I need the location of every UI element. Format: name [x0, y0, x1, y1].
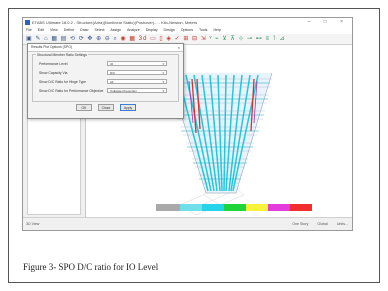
- menu-assign[interactable]: Assign: [110, 28, 121, 32]
- menu-display[interactable]: Display: [146, 28, 158, 32]
- hinge-type-value: All: [110, 80, 114, 84]
- status-coord-dropdown[interactable]: Global: [317, 222, 327, 226]
- toolbar-icons-primary[interactable]: ▣ ✎ ⌂ ▦ ▤ ⟲ ⟳ ✥ ⊕ ⊖ ⌕: [26, 36, 118, 42]
- member-ratio-settings-group: Structural Member Ratio Settings Perform…: [32, 53, 179, 102]
- dialog-title-bar: Results Plot Options (SPO) ×: [28, 44, 183, 52]
- toolbar-icons-display[interactable]: ◉ ▦ 3d ▭ ▯ ◈ ✓ ⊞ ⊟ ⇲: [121, 36, 207, 42]
- status-bar: 3D View One Story Global Units...: [23, 217, 352, 230]
- hinge-type-label: Show D/C Ratio for Hinge Type: [39, 80, 87, 84]
- legend-swatch-grey: [156, 204, 180, 211]
- menu-select[interactable]: Select: [95, 28, 105, 32]
- menu-bar: File Edit View Define Draw Select Assign…: [23, 27, 352, 34]
- legend-swatch-light-cyan: [180, 204, 202, 211]
- menu-tools[interactable]: Tools: [199, 28, 207, 32]
- performance-level-select[interactable]: IO ▾: [107, 61, 167, 66]
- chevron-down-icon: ▾: [162, 62, 164, 66]
- menu-define[interactable]: Define: [64, 28, 74, 32]
- menu-edit[interactable]: Edit: [38, 28, 44, 32]
- toolbar-icons-draw[interactable]: ᵛ ⌁ ⊻ ⊼ ⊹ ⊸ ⊷ ≡ ⊺ ⊿: [209, 36, 285, 42]
- show-capacity-select[interactable]: D/C ▾: [107, 70, 167, 75]
- show-capacity-label: Show Capacity Via: [39, 71, 68, 75]
- menu-options[interactable]: Options: [181, 28, 193, 32]
- status-story-dropdown[interactable]: One Story: [292, 222, 308, 226]
- performance-level-value: IO: [110, 62, 114, 66]
- close-icon[interactable]: ×: [178, 44, 180, 51]
- dialog-title: Results Plot Options (SPO): [31, 45, 73, 49]
- application-window: ETABS Ultimate 18.0.2 - Structure(Area)(…: [22, 17, 353, 231]
- menu-file[interactable]: File: [26, 28, 32, 32]
- menu-help[interactable]: Help: [213, 28, 220, 32]
- apply-button[interactable]: Apply: [120, 104, 136, 111]
- close-button[interactable]: Close: [98, 104, 114, 111]
- performance-objective-row: Show D/C Ratio for Performance Objective…: [39, 88, 172, 94]
- legend-swatch-cyan: [202, 204, 224, 211]
- legend-swatch-magenta: [268, 204, 290, 211]
- performance-level-row: Performance Level IO ▾: [39, 61, 172, 67]
- performance-objective-value: Collapse Prevention: [110, 89, 137, 93]
- menu-draw[interactable]: Draw: [80, 28, 88, 32]
- group-caption: Structural Member Ratio Settings: [36, 53, 88, 57]
- legend-swatch-red: [290, 204, 312, 211]
- status-view-name: 3D View: [26, 222, 40, 226]
- performance-objective-label: Show D/C Ratio for Performance Objective: [39, 89, 104, 93]
- legend-swatch-yellow: [246, 204, 268, 211]
- window-title: ETABS Ultimate 18.0.2 - Structure(Area)(…: [32, 20, 198, 25]
- chevron-down-icon: ▾: [162, 80, 164, 84]
- performance-level-label: Performance Level: [39, 62, 68, 66]
- show-capacity-row: Show Capacity Via D/C ▾: [39, 70, 172, 76]
- performance-objective-select[interactable]: Collapse Prevention ▾: [107, 88, 167, 93]
- results-plot-dialog: Results Plot Options (SPO) × Structural …: [27, 43, 184, 119]
- chevron-down-icon: ▾: [162, 89, 164, 93]
- chevron-down-icon: ▾: [162, 71, 164, 75]
- show-capacity-value: D/C: [110, 71, 116, 75]
- hinge-type-row: Show D/C Ratio for Hinge Type All ▾: [39, 79, 172, 85]
- hinge-type-select[interactable]: All ▾: [107, 79, 167, 84]
- figure-caption: Figure 3- SPO D/C ratio for IO Level: [23, 262, 159, 272]
- color-legend-bar: [156, 204, 312, 211]
- title-bar: ETABS Ultimate 18.0.2 - Structure(Area)(…: [23, 18, 352, 27]
- app-icon: [25, 20, 30, 25]
- menu-analyze[interactable]: Analyze: [127, 28, 140, 32]
- window-controls[interactable]: – □ ×: [308, 18, 350, 27]
- status-right-group: One Story Global Units...: [284, 218, 348, 230]
- ok-button[interactable]: OK: [76, 104, 92, 111]
- menu-view[interactable]: View: [50, 28, 58, 32]
- dialog-buttons: OK Close Apply: [28, 104, 183, 112]
- legend-swatch-green: [224, 204, 246, 211]
- menu-design[interactable]: Design: [164, 28, 175, 32]
- status-units-button[interactable]: Units...: [337, 222, 348, 226]
